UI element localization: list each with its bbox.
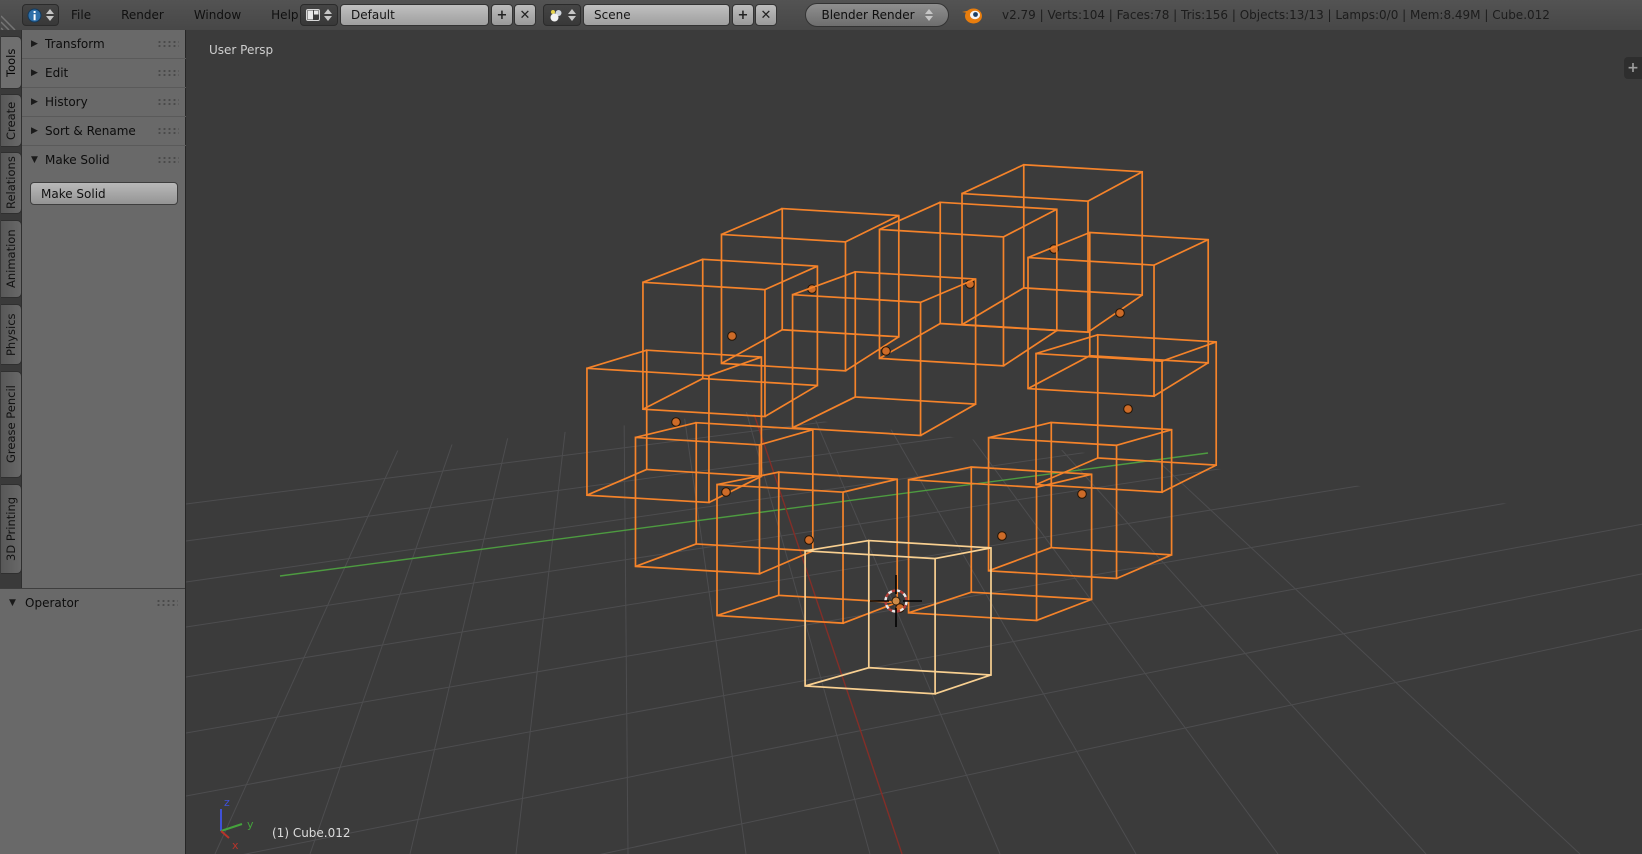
object-origin-dot: [1115, 308, 1125, 318]
cube-wireframe[interactable]: [878, 201, 1058, 367]
cube-wireframe[interactable]: [642, 258, 819, 418]
tool-shelf-tabs: Tools Create Relations Animation Physics…: [0, 30, 22, 588]
tab-3d-printing[interactable]: 3D Printing: [1, 484, 22, 574]
screen-layout-name-field[interactable]: Default: [340, 4, 489, 26]
tool-shelf: Tools Create Relations Animation Physics…: [0, 30, 186, 854]
menubar: File Render Window Help: [56, 0, 314, 30]
viewport-3d[interactable]: z yx User Persp (1) Cube.012 +: [186, 30, 1642, 854]
render-engine-select[interactable]: Blender Render: [805, 3, 949, 27]
active-object-label: (1) Cube.012: [272, 826, 351, 840]
panel-header-make-solid[interactable]: ▼ Make Solid: [22, 146, 186, 174]
tab-tools[interactable]: Tools: [1, 36, 22, 89]
collapse-arrow-icon: ▶: [31, 126, 38, 136]
svg-text:x: x: [232, 839, 239, 852]
object-origin-dot: [804, 535, 814, 545]
add-scene-button[interactable]: +: [732, 4, 754, 26]
collapse-arrow-icon: ▶: [31, 97, 38, 107]
chevron-updown-icon: [46, 9, 54, 21]
tab-physics[interactable]: Physics: [1, 304, 22, 365]
object-origin-dot: [721, 487, 731, 497]
expand-properties-region-button[interactable]: +: [1624, 57, 1642, 79]
object-origin-dot: [727, 331, 737, 341]
cube-wireframe[interactable]: [1027, 231, 1210, 398]
panel-label: Edit: [45, 66, 69, 80]
panel-header-transform[interactable]: ▶ Transform: [22, 30, 186, 59]
menu-window[interactable]: Window: [179, 8, 256, 22]
panel-header-history[interactable]: ▶ History: [22, 88, 186, 117]
tool-shelf-panels: ▶ Transform ▶ Edit ▶ History ▶ Sort & Re…: [22, 30, 186, 588]
blender-window: File Render Window Help Default + ✕ Scen…: [0, 0, 1642, 854]
scene-icon: [550, 9, 561, 21]
panel-grip-icon[interactable]: [157, 98, 179, 106]
info-header: File Render Window Help Default + ✕ Scen…: [0, 0, 1642, 31]
info-editor-icon: [27, 8, 42, 22]
viewport-scene[interactable]: z yx: [186, 30, 1642, 854]
panel-header-sort-rename[interactable]: ▶ Sort & Rename: [22, 117, 186, 146]
cube-wireframe[interactable]: [634, 421, 814, 575]
make-solid-button[interactable]: Make Solid: [30, 182, 178, 205]
collapse-arrow-icon: ▶: [31, 68, 38, 78]
delete-screen-layout-button[interactable]: ✕: [514, 4, 536, 26]
cursor-3d: [870, 575, 922, 627]
panel-header-edit[interactable]: ▶ Edit: [22, 59, 186, 88]
object-origin-dot: [671, 417, 681, 427]
menu-render[interactable]: Render: [106, 8, 179, 22]
chevron-updown-icon: [324, 9, 332, 21]
panel-label: History: [45, 95, 88, 109]
svg-text:z: z: [224, 796, 230, 809]
expand-arrow-icon: ▼: [31, 155, 38, 165]
cube-wireframe[interactable]: [791, 270, 977, 437]
add-screen-layout-button[interactable]: +: [491, 4, 513, 26]
object-origin-dot: [1123, 404, 1133, 414]
panel-grip-icon[interactable]: [157, 40, 179, 48]
tab-grease-pencil[interactable]: Grease Pencil: [1, 371, 22, 478]
delete-scene-button[interactable]: ✕: [755, 4, 777, 26]
collapse-arrow-icon: ▶: [31, 39, 38, 49]
wireframe-cubes: [586, 163, 1218, 695]
svg-text:y: y: [247, 818, 254, 831]
floor-grid: [186, 412, 1642, 854]
cube-wireframe[interactable]: [586, 349, 763, 504]
scene-statistics: v2.79 | Verts:104 | Faces:78 | Tris:156 …: [1002, 8, 1550, 22]
cube-wireframe[interactable]: [720, 207, 900, 372]
panel-grip-icon[interactable]: [157, 127, 179, 135]
blender-logo: [962, 8, 982, 24]
scene-name-field[interactable]: Scene: [583, 4, 730, 26]
panel-header-operator[interactable]: ▼ Operator: [0, 589, 185, 617]
panel-label: Make Solid: [45, 153, 110, 167]
panel-grip-icon[interactable]: [157, 156, 179, 164]
object-origin-dot: [1077, 489, 1087, 499]
chevron-updown-icon: [567, 9, 576, 21]
screen-layout-icon: [306, 9, 320, 21]
render-engine-value: Blender Render: [821, 8, 915, 22]
view-mode-label: User Persp: [209, 43, 274, 57]
panel-grip-icon[interactable]: [156, 599, 178, 607]
panel-label: Transform: [45, 37, 105, 51]
cube-wireframe[interactable]: [1035, 333, 1218, 494]
operator-region: ▼ Operator: [0, 588, 185, 854]
object-origin-dot: [997, 531, 1007, 541]
screen-layout-browse-button[interactable]: [300, 4, 338, 26]
window-resize-grip[interactable]: [1, 12, 19, 30]
scene-browse-button[interactable]: [543, 4, 581, 26]
editor-type-button[interactable]: [22, 4, 59, 26]
menu-file[interactable]: File: [56, 8, 106, 22]
tab-animation[interactable]: Animation: [1, 220, 22, 298]
panel-label: Sort & Rename: [45, 124, 136, 138]
panel-label: Operator: [25, 596, 79, 610]
expand-arrow-icon: ▼: [9, 598, 16, 608]
panel-grip-icon[interactable]: [157, 69, 179, 77]
object-origin-dot: [881, 346, 891, 356]
chevron-updown-icon: [924, 9, 933, 21]
tab-relations[interactable]: Relations: [1, 152, 22, 214]
tab-create[interactable]: Create: [1, 94, 22, 147]
